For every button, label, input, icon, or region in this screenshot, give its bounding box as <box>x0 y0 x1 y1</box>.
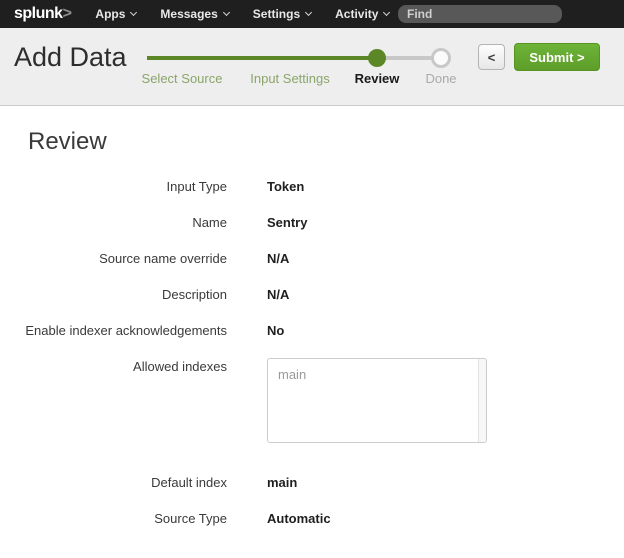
field-label: Allowed indexes <box>0 348 227 374</box>
chevron-down-icon <box>130 9 137 16</box>
field-label: Name <box>0 215 227 230</box>
step-select-source: Select Source <box>142 71 223 86</box>
progress-current-dot <box>368 49 386 67</box>
field-value: Sentry <box>267 215 307 230</box>
nav-menu-activity[interactable]: Activity <box>335 7 389 21</box>
field-row-indexer-acknowledgements: Enable indexer acknowledgements No <box>0 312 624 348</box>
back-button[interactable]: < <box>478 44 505 70</box>
splunk-logo[interactable]: splunk> <box>14 5 71 23</box>
field-row-source-name-override: Source name override N/A <box>0 240 624 276</box>
nav-menu-settings[interactable]: Settings <box>253 7 311 21</box>
field-label: Enable indexer acknowledgements <box>0 323 227 338</box>
field-row-source-type: Source Type Automatic <box>0 500 624 536</box>
nav-menu-messages[interactable]: Messages <box>160 7 228 21</box>
field-label: Description <box>0 287 227 302</box>
field-label: Default index <box>0 475 227 490</box>
chevron-down-icon <box>305 9 312 16</box>
progress-done-ring <box>431 48 451 68</box>
nav-menu-apps-label: Apps <box>95 7 125 21</box>
step-input-settings: Input Settings <box>250 71 330 86</box>
progress-line-completed <box>147 56 377 60</box>
field-value: main <box>267 475 297 490</box>
splunk-logo-text: splunk <box>14 5 63 22</box>
splunk-logo-chevron-icon: > <box>63 5 72 22</box>
listbox-item-main: main <box>268 359 486 390</box>
field-row-allowed-indexes: Allowed indexes main <box>0 348 624 464</box>
field-row-name: Name Sentry <box>0 204 624 240</box>
field-label: Input Type <box>0 179 227 194</box>
field-value: N/A <box>267 287 289 302</box>
nav-menu-settings-label: Settings <box>253 7 300 21</box>
review-heading: Review <box>28 128 107 156</box>
step-done: Done <box>425 71 456 86</box>
review-form: Input Type Token Name Sentry Source name… <box>0 168 624 536</box>
listbox-scrollbar[interactable] <box>478 359 486 442</box>
page-title: Add Data <box>14 42 127 73</box>
field-row-default-index: Default index main <box>0 464 624 500</box>
step-review: Review <box>355 71 400 86</box>
chevron-down-icon <box>383 9 390 16</box>
allowed-indexes-listbox[interactable]: main <box>267 358 487 443</box>
field-value: N/A <box>267 251 289 266</box>
nav-menu-messages-label: Messages <box>160 7 217 21</box>
field-row-description: Description N/A <box>0 276 624 312</box>
field-label: Source Type <box>0 511 227 526</box>
submit-button[interactable]: Submit > <box>514 43 600 71</box>
field-value: No <box>267 323 284 338</box>
wizard-header: Add Data Select Source Input Settings Re… <box>0 28 624 106</box>
field-value: Token <box>267 179 304 194</box>
nav-menu-activity-label: Activity <box>335 7 378 21</box>
field-label: Source name override <box>0 251 227 266</box>
field-value: Automatic <box>267 511 331 526</box>
find-search-input[interactable] <box>398 5 562 23</box>
nav-menu-apps[interactable]: Apps <box>95 7 136 21</box>
top-navbar: splunk> Apps Messages Settings Activity <box>0 0 624 28</box>
field-row-input-type: Input Type Token <box>0 168 624 204</box>
chevron-down-icon <box>223 9 230 16</box>
